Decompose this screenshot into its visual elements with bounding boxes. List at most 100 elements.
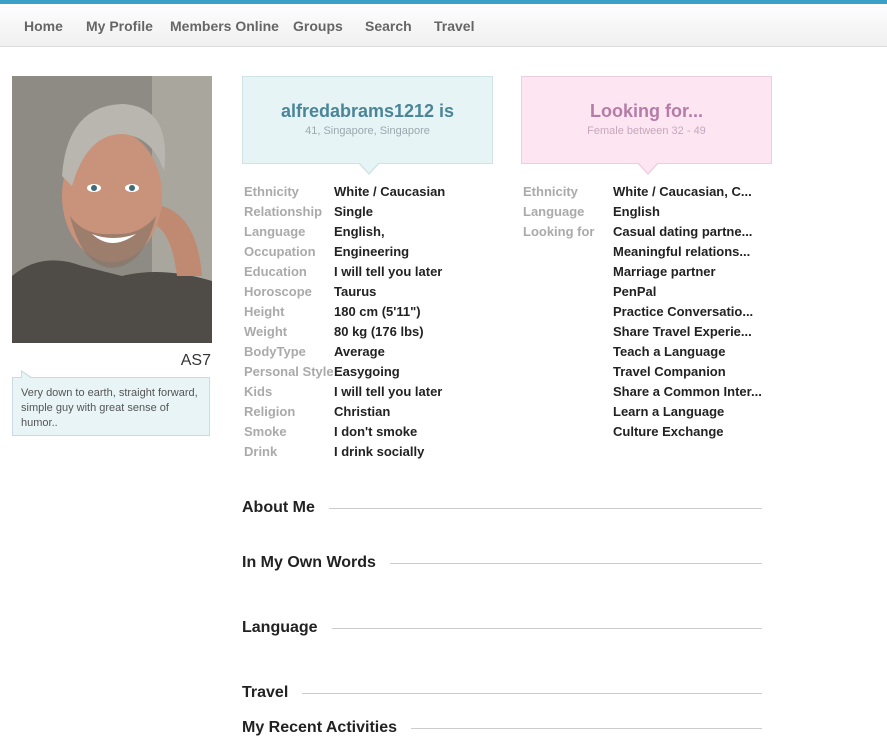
username-heading: alfredabrams1212 is (280, 101, 455, 121)
top-accent-line (0, 0, 887, 4)
seeking-attr-row: Language English (523, 202, 773, 222)
seeking-attr-value: Share Travel Experie... (613, 324, 752, 339)
profile-attr-row: BodyType Average (244, 342, 494, 362)
seeking-attr-label (523, 342, 613, 362)
seeking-attr-row: Looking for Casual dating partne... (523, 222, 773, 242)
profile-attr-label: Height (244, 304, 285, 319)
seeking-attr-row: Culture Exchange (523, 422, 773, 442)
section-language: Language (242, 617, 762, 639)
seeking-attr-value: Teach a Language (613, 344, 726, 359)
seeking-attr-value: Practice Conversatio... (613, 304, 754, 319)
section-heading: In My Own Words (242, 554, 376, 571)
section-heading: Travel (242, 684, 289, 701)
nav-groups[interactable]: Groups (293, 6, 343, 46)
profile-attr-value: Average (334, 344, 385, 359)
section-heading: My Recent Activities (242, 719, 398, 736)
seeking-attr-value: Marriage partner (613, 264, 716, 279)
profile-attr-row: Height 180 cm (5'11") (244, 302, 494, 322)
seeking-attr-label: Looking for (523, 224, 595, 239)
seeking-attr-label (523, 382, 613, 402)
seeking-attr-row: Learn a Language (523, 402, 773, 422)
profile-attr-label: Personal Style (244, 364, 334, 379)
section-rule (411, 727, 762, 729)
nav-search[interactable]: Search (365, 6, 412, 46)
profile-attr-value: I will tell you later (334, 264, 443, 279)
seeking-attr-value: English (613, 204, 660, 219)
seeking-attr-label (523, 262, 613, 282)
seeking-attr-row: Share a Common Inter... (523, 382, 773, 402)
profile-attr-row: Religion Christian (244, 402, 494, 422)
profile-attr-value: English, (334, 224, 385, 239)
seeking-attr-value: White / Caucasian, C... (613, 184, 752, 199)
looking-for-summary: Female between 32 - 49 (587, 125, 706, 137)
profile-attr-label: Ethnicity (244, 184, 299, 199)
profile-attr-value: Single (334, 204, 374, 219)
profile-attr-row: Occupation Engineering (244, 242, 494, 262)
profile-attr-value: 180 cm (5'11") (334, 304, 421, 319)
seeking-attr-label: Language (523, 204, 585, 219)
profile-attr-row: Language English, (244, 222, 494, 242)
profile-attr-row: Personal Style Easygoing (244, 362, 494, 382)
seeking-attr-row: Ethnicity White / Caucasian, C... (523, 182, 773, 202)
seeking-attr-label (523, 282, 613, 302)
profile-attr-value: I don't smoke (334, 424, 418, 439)
profile-attr-value: Easygoing (334, 364, 400, 379)
profile-photo[interactable] (12, 76, 212, 343)
profile-attr-value: 80 kg (176 lbs) (334, 324, 424, 339)
profile-attr-row: Kids I will tell you later (244, 382, 494, 402)
age-location: 41, Singapore, Singapore (305, 125, 430, 137)
section-heading: Language (242, 619, 318, 636)
profile-attr-value: Christian (334, 404, 391, 419)
seeking-attr-value: Culture Exchange (613, 424, 724, 439)
profile-attr-row: Drink I drink socially (244, 442, 494, 462)
section-rule (302, 692, 762, 694)
seeking-attributes: Ethnicity White / Caucasian, C... Language… (523, 182, 773, 442)
bio-bubble: Very down to earth, straight forward, si… (12, 370, 210, 436)
seeking-attr-label (523, 422, 613, 442)
profile-attr-label: Language (244, 224, 306, 239)
section-about-me: About Me (242, 497, 762, 519)
nav-my-profile[interactable]: My Profile (86, 6, 153, 46)
seeking-attr-value: Learn a Language (613, 404, 725, 419)
profile-short-name: AS7 (180, 352, 211, 369)
profile-attr-label: Occupation (244, 244, 316, 259)
section-heading: About Me (242, 499, 315, 516)
nav-travel[interactable]: Travel (434, 6, 474, 46)
profile-attr-row: Horoscope Taurus (244, 282, 494, 302)
profile-attr-row: Weight 80 kg (176 lbs) (244, 322, 494, 342)
section-rule (331, 627, 762, 629)
seeking-attr-row: Practice Conversatio... (523, 302, 773, 322)
main-nav: Home My Profile Members Online Groups Se… (0, 6, 887, 47)
looking-for-heading: Looking for... (590, 101, 703, 121)
seeking-attr-label (523, 322, 613, 342)
seeking-attr-label (523, 362, 613, 382)
card-pointer-inner (638, 162, 658, 173)
profile-attr-label: Smoke (244, 424, 287, 439)
seeking-attr-row: Teach a Language (523, 342, 773, 362)
nav-home[interactable]: Home (24, 6, 63, 46)
nav-members-online[interactable]: Members Online (170, 6, 279, 46)
seeking-attr-label: Ethnicity (523, 184, 578, 199)
section-rule (328, 507, 762, 509)
profile-attr-label: BodyType (244, 344, 306, 359)
looking-for-card: Looking for... Female between 32 - 49 (521, 76, 772, 175)
profile-attr-row: Education I will tell you later (244, 262, 494, 282)
seeking-attr-value: Share a Common Inter... (613, 384, 762, 399)
seeking-attr-label (523, 302, 613, 322)
section-travel: Travel (242, 682, 762, 704)
profile-attr-label: Drink (244, 444, 278, 459)
profile-attr-value: Taurus (334, 284, 377, 299)
section-rule (389, 562, 762, 564)
seeking-attr-value: Travel Companion (613, 364, 726, 379)
profile-attr-row: Smoke I don't smoke (244, 422, 494, 442)
profile-attr-label: Horoscope (244, 284, 312, 299)
profile-attr-value: I will tell you later (334, 384, 443, 399)
profile-attr-label: Relationship (244, 204, 323, 219)
seeking-attr-row: Share Travel Experie... (523, 322, 773, 342)
seeking-attr-value: Meaningful relations... (613, 244, 751, 259)
section-in-my-own-words: In My Own Words (242, 552, 762, 574)
profile-photo-illustration (12, 76, 212, 343)
profile-attr-label: Education (244, 264, 307, 279)
profile-attr-value: White / Caucasian (334, 184, 446, 199)
profile-attributes: Ethnicity White / Caucasian Relationship Si… (244, 182, 494, 462)
